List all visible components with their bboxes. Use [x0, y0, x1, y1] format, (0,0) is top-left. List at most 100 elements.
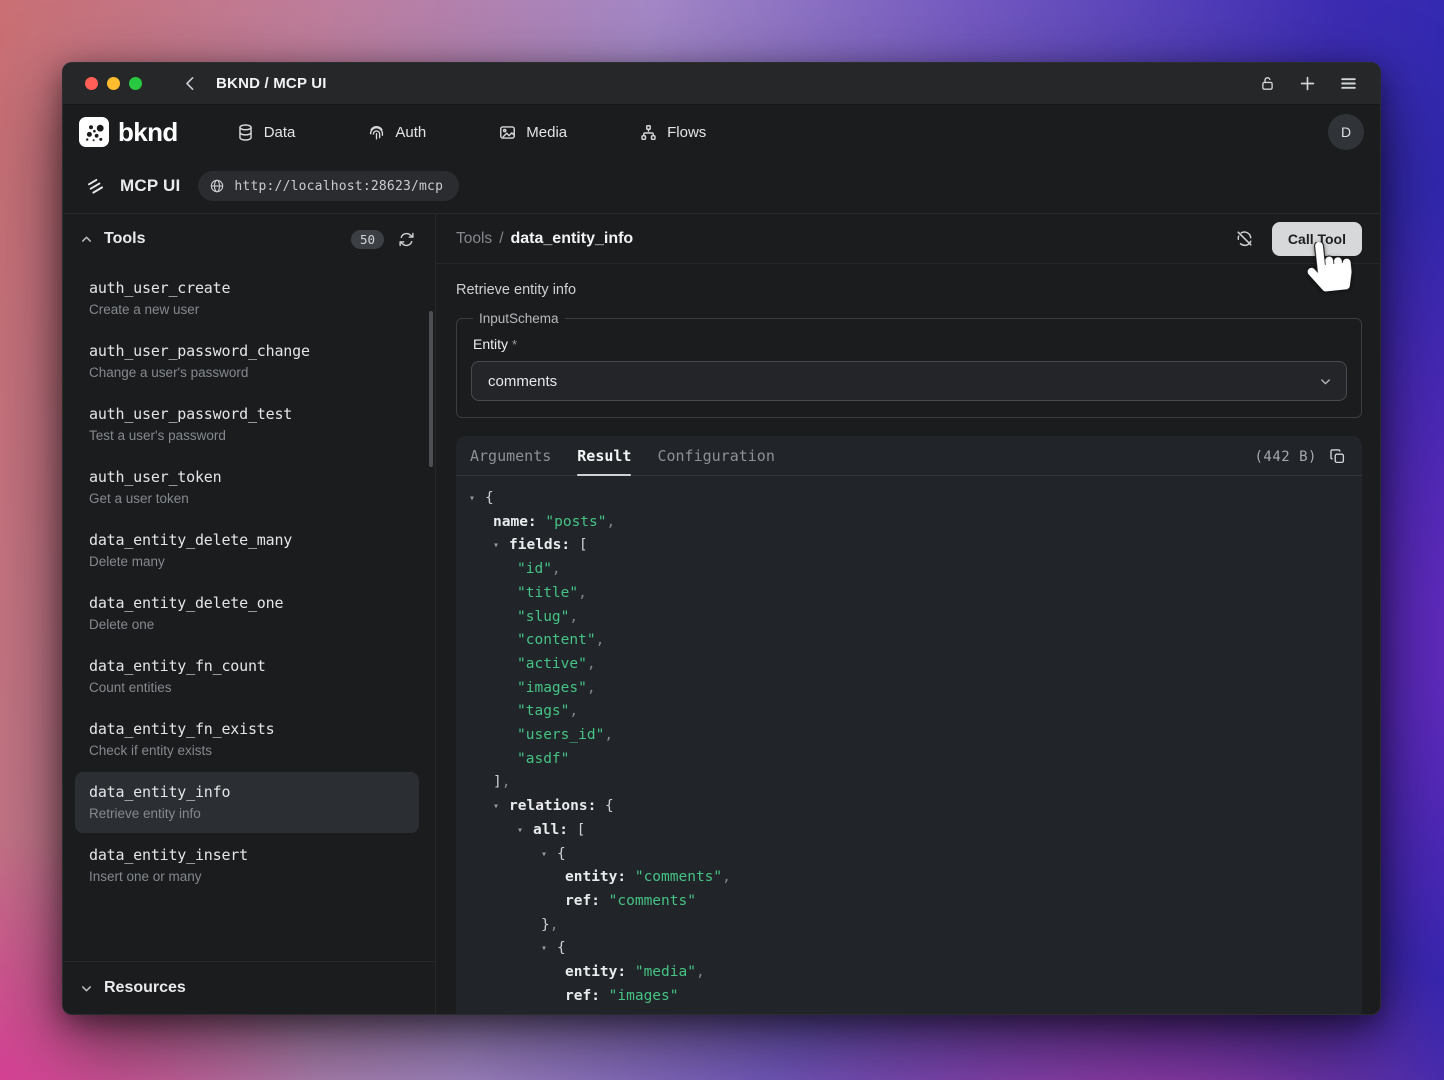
- token-str: "title": [517, 585, 578, 601]
- tool-description: Count entities: [89, 680, 405, 695]
- tool-detail-panel: Tools / data_entity_info Call Tool Retri…: [436, 214, 1380, 1014]
- sidebar-scrollbar[interactable]: [429, 311, 433, 467]
- tool-item-data_entity_insert[interactable]: data_entity_insertInsert one or many: [75, 835, 419, 896]
- collapse-toggle-icon[interactable]: ▾: [517, 819, 533, 843]
- refresh-tools-button[interactable]: [398, 231, 415, 248]
- entity-field-label: Entity*: [473, 336, 1347, 352]
- call-tool-button[interactable]: Call Tool: [1272, 222, 1362, 256]
- back-button[interactable]: [182, 75, 199, 92]
- tool-description: Delete many: [89, 554, 405, 569]
- minimize-button[interactable]: [107, 77, 120, 90]
- server-url-pill[interactable]: http://localhost:28623/mcp: [198, 171, 459, 201]
- tools-label: Tools: [104, 230, 145, 248]
- traffic-lights: [85, 77, 142, 90]
- tool-name: auth_user_token: [89, 468, 405, 486]
- code-line: ▾relations: {: [456, 795, 1362, 819]
- code-line: ▾all: [: [456, 819, 1362, 843]
- refresh-icon: [398, 231, 415, 248]
- tools-section-header[interactable]: Tools 50: [63, 214, 435, 264]
- breadcrumb-current: data_entity_info: [511, 230, 634, 248]
- breadcrumb-section[interactable]: Tools: [456, 230, 492, 248]
- resources-section-header[interactable]: Resources: [63, 961, 435, 1014]
- token-comma: ,: [569, 703, 578, 719]
- nav-label-flows: Flows: [667, 124, 706, 141]
- nav-item-flows[interactable]: Flows: [639, 123, 706, 142]
- code-line: "asdf": [456, 748, 1362, 772]
- tab-arguments[interactable]: Arguments: [470, 436, 551, 475]
- result-size: (442 B): [1254, 449, 1317, 465]
- token-str: "active": [517, 656, 587, 672]
- tab-configuration[interactable]: Configuration: [657, 436, 774, 475]
- tool-name: auth_user_password_change: [89, 342, 405, 360]
- user-avatar[interactable]: D: [1328, 114, 1364, 150]
- title-bar: BKND / MCP UI: [63, 63, 1380, 105]
- unlock-icon[interactable]: [1259, 75, 1276, 92]
- token-comma: ,: [596, 632, 605, 648]
- tool-list: auth_user_createCreate a new userauth_us…: [63, 264, 435, 961]
- tool-item-auth_user_token[interactable]: auth_user_tokenGet a user token: [75, 457, 419, 518]
- chevron-left-icon: [182, 75, 199, 92]
- breadcrumb: Tools / data_entity_info: [456, 230, 633, 248]
- result-panel: ArgumentsResultConfiguration (442 B) ▾{n…: [456, 436, 1362, 1014]
- tool-description: Check if entity exists: [89, 743, 405, 758]
- token-comma: ,: [587, 656, 596, 672]
- tool-name: auth_user_create: [89, 279, 405, 297]
- zoom-button[interactable]: [129, 77, 142, 90]
- code-line: ▾{: [456, 843, 1362, 867]
- tab-result[interactable]: Result: [577, 436, 631, 475]
- collapse-toggle-icon[interactable]: ▾: [541, 937, 557, 961]
- result-tabs: Arguments Result Configuration: [456, 436, 1362, 476]
- collapse-toggle-icon[interactable]: ▾: [493, 795, 509, 819]
- tool-item-data_entity_info[interactable]: data_entity_infoRetrieve entity info: [75, 772, 419, 833]
- entity-select[interactable]: comments: [471, 361, 1347, 401]
- new-tab-button[interactable]: [1298, 74, 1317, 93]
- token-comma: ,: [587, 680, 596, 696]
- nav-label-data: Data: [264, 124, 296, 141]
- tool-name: data_entity_insert: [89, 846, 405, 864]
- tool-item-auth_user_create[interactable]: auth_user_createCreate a new user: [75, 268, 419, 329]
- tool-item-auth_user_password_test[interactable]: auth_user_password_testTest a user's pas…: [75, 394, 419, 455]
- collapse-toggle-icon[interactable]: ▾: [493, 534, 509, 558]
- code-line: "active",: [456, 653, 1362, 677]
- token-comma: ,: [552, 561, 561, 577]
- main-nav: bknd Data Auth Media Flows D: [63, 105, 1380, 159]
- code-line: entity: "media",: [456, 961, 1362, 985]
- token-str: "content": [517, 632, 596, 648]
- token-key: ref:: [565, 893, 609, 909]
- collapse-toggle-icon[interactable]: ▾: [469, 487, 485, 511]
- tool-item-data_entity_fn_exists[interactable]: data_entity_fn_existsCheck if entity exi…: [75, 709, 419, 770]
- token-str: "posts": [545, 514, 606, 530]
- chevron-down-icon: [1318, 374, 1333, 389]
- tool-item-data_entity_fn_count[interactable]: data_entity_fn_countCount entities: [75, 646, 419, 707]
- code-line: "title",: [456, 582, 1362, 606]
- nav-item-auth[interactable]: Auth: [367, 123, 426, 142]
- token-comma: ,: [696, 964, 705, 980]
- tool-item-data_entity_delete_one[interactable]: data_entity_delete_oneDelete one: [75, 583, 419, 644]
- input-schema-fieldset: InputSchema Entity* comments: [456, 311, 1362, 418]
- token-key: name:: [493, 514, 545, 530]
- chevron-down-icon: [79, 981, 94, 996]
- tool-description: Delete one: [89, 617, 405, 632]
- token-str: "images": [609, 988, 679, 1004]
- tools-count-badge: 50: [351, 230, 384, 249]
- globe-icon: [209, 178, 225, 194]
- token-punc: }: [541, 917, 550, 933]
- tool-description: Change a user's password: [89, 365, 405, 380]
- tool-item-data_entity_delete_many[interactable]: data_entity_delete_manyDelete many: [75, 520, 419, 581]
- code-line: ref: "comments": [456, 890, 1362, 914]
- server-url: http://localhost:28623/mcp: [234, 179, 443, 194]
- nav-item-data[interactable]: Data: [236, 123, 296, 142]
- brand-logo[interactable]: bknd: [79, 117, 178, 148]
- collapse-toggle-icon[interactable]: ▾: [541, 843, 557, 867]
- token-punc: {: [485, 490, 494, 506]
- token-comma: ,: [550, 917, 559, 933]
- close-button[interactable]: [85, 77, 98, 90]
- menu-button[interactable]: [1339, 74, 1358, 93]
- nav-item-media[interactable]: Media: [498, 123, 567, 142]
- token-str: "comments": [635, 869, 722, 885]
- copy-button[interactable]: [1329, 448, 1346, 465]
- brand-name: bknd: [118, 117, 178, 148]
- token-comma: ,: [569, 609, 578, 625]
- tool-item-auth_user_password_change[interactable]: auth_user_password_change Change a user's…: [75, 331, 419, 392]
- auto-call-disabled-icon[interactable]: [1235, 229, 1254, 248]
